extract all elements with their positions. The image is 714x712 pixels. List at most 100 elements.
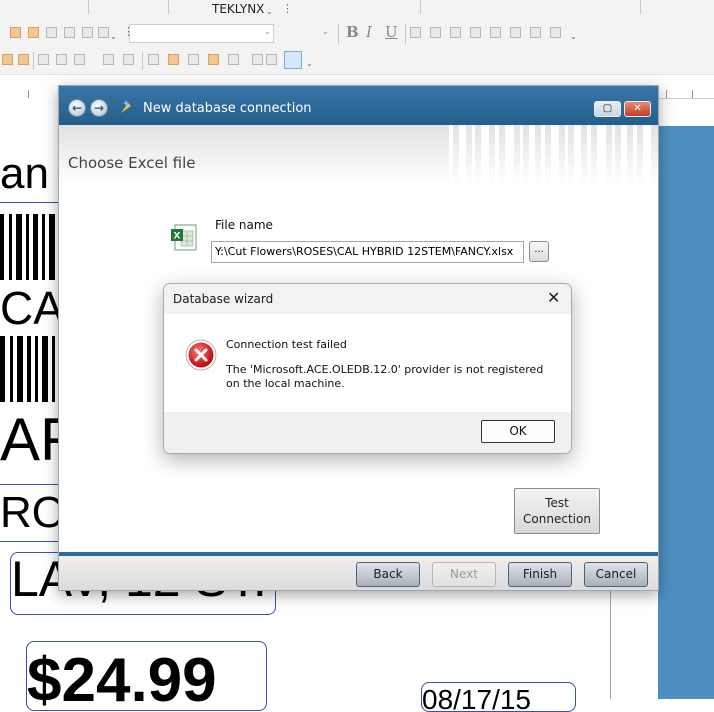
- align-left-icon[interactable]: [410, 27, 421, 38]
- font-name-display[interactable]: TEKLYNX: [212, 2, 264, 16]
- label-text-frame: ROS: [0, 484, 58, 542]
- center-h-icon[interactable]: [103, 54, 114, 65]
- align-center-icon[interactable]: [430, 27, 441, 38]
- test-connection-label-line1: Test: [545, 496, 569, 510]
- anchor-icon[interactable]: [18, 54, 29, 65]
- ruler-tick: [666, 90, 667, 98]
- finish-button[interactable]: Finish: [508, 562, 572, 587]
- forward-arrow-icon[interactable]: →: [90, 99, 108, 117]
- justify-icon[interactable]: [490, 27, 501, 38]
- barcode-graphic: [0, 214, 55, 280]
- selection-border: [0, 202, 58, 203]
- label-text-object[interactable]: an: [0, 146, 58, 202]
- toolbar-separator: [142, 52, 143, 70]
- list-icon[interactable]: [64, 27, 75, 38]
- center-v-icon[interactable]: [123, 54, 134, 65]
- next-button[interactable]: Next: [432, 562, 496, 587]
- restore-button[interactable]: ▢: [594, 101, 621, 117]
- ok-button[interactable]: OK: [481, 420, 555, 443]
- barcode-object[interactable]: [0, 214, 58, 280]
- barcode-graphic: [0, 336, 55, 402]
- toolbar-separator: [338, 24, 339, 44]
- grip-icon: ⋮: [282, 2, 293, 15]
- file-path-input[interactable]: Y:\Cut Flowers\ROSES\CAL HYBRID 12STEM\F…: [211, 241, 524, 263]
- error-icon: [185, 339, 217, 371]
- message-box-title: Database wizard: [173, 292, 274, 306]
- back-arrow-icon[interactable]: ←: [68, 99, 86, 117]
- label-text-object[interactable]: AF: [0, 404, 58, 476]
- close-icon[interactable]: ✕: [547, 288, 560, 307]
- dialog-title: New database connection: [143, 101, 312, 116]
- date-frame[interactable]: 08/17/15: [421, 682, 576, 712]
- align-icon[interactable]: [10, 27, 21, 38]
- label-text-object[interactable]: ROS: [0, 485, 58, 541]
- align-middle-icon[interactable]: [56, 54, 67, 65]
- excel-file-icon: X: [171, 224, 197, 251]
- italic-button[interactable]: I: [366, 23, 372, 41]
- width-icon[interactable]: [148, 54, 159, 65]
- test-connection-button[interactable]: Test Connection: [514, 488, 600, 534]
- chevron-down-icon[interactable]: ⌄: [306, 59, 313, 68]
- horizontal-ruler: [658, 76, 714, 99]
- chevron-down-icon[interactable]: ⌄: [264, 27, 271, 36]
- bold-button[interactable]: B: [346, 23, 359, 41]
- size-icon[interactable]: [208, 54, 219, 65]
- distribute-icon[interactable]: [28, 27, 39, 38]
- ruler-tick: [28, 90, 29, 98]
- toolbar-row-1: TEKLYNX ⌄ ⋮: [0, 0, 714, 21]
- chevron-down-icon[interactable]: ⌄: [110, 32, 117, 41]
- browse-button[interactable]: ...: [529, 241, 549, 262]
- date-text[interactable]: 08/17/15: [422, 683, 531, 711]
- wizard-step-title: Choose Excel file: [68, 154, 196, 172]
- barcode-object[interactable]: [0, 336, 58, 402]
- anchor-icon[interactable]: [2, 54, 13, 65]
- ruler-tick: [692, 90, 693, 98]
- toolbar-separator: [405, 24, 406, 44]
- horizontal-ruler: [0, 76, 58, 99]
- cancel-button[interactable]: Cancel: [584, 562, 648, 587]
- chevron-down-icon[interactable]: ⌄: [266, 7, 273, 16]
- database-wizard-message-box: Database wizard ✕ Connection test failed…: [163, 283, 572, 454]
- toolbar-row-3: ⌄: [0, 47, 714, 75]
- spacing-icon[interactable]: [530, 27, 541, 38]
- header-barcode-decoration: [445, 125, 655, 185]
- side-panel: [658, 126, 714, 699]
- group-icon[interactable]: [46, 27, 57, 38]
- wizard-app-icon: [121, 100, 131, 113]
- close-button[interactable]: ✕: [624, 101, 651, 117]
- message-heading: Connection test failed: [226, 338, 347, 351]
- message-body: The 'Microsoft.ACE.OLEDB.12.0' provider …: [226, 363, 544, 390]
- chevron-down-icon[interactable]: ⌄: [322, 27, 329, 36]
- size-icon[interactable]: [188, 54, 199, 65]
- height-icon[interactable]: [168, 54, 179, 65]
- toolbar-separator: [168, 0, 169, 14]
- svg-text:X: X: [174, 232, 181, 242]
- size-icon[interactable]: [228, 54, 239, 65]
- file-name-label: File name: [215, 218, 273, 232]
- font-family-select[interactable]: [129, 24, 274, 43]
- align-right-icon[interactable]: [450, 27, 461, 38]
- align-bottom-icon[interactable]: [38, 54, 49, 65]
- test-connection-label-line2: Connection: [523, 512, 591, 526]
- dialog-title-bar[interactable]: ← → New database connection ▢ ✕: [59, 86, 658, 125]
- underline-button[interactable]: U: [385, 23, 398, 41]
- toolbar-separator: [420, 0, 421, 14]
- message-box-title-bar[interactable]: Database wizard ✕: [164, 284, 571, 314]
- snap-toggle-icon[interactable]: [284, 51, 302, 69]
- label-edge: [610, 590, 611, 699]
- chevron-down-icon[interactable]: ⌄: [570, 32, 577, 41]
- spacing-icon[interactable]: [550, 27, 561, 38]
- back-button[interactable]: Back: [356, 562, 420, 587]
- grid-icon[interactable]: [266, 54, 277, 65]
- wizard-header: Choose Excel file: [59, 125, 658, 185]
- order-icon[interactable]: [98, 27, 109, 38]
- toolbar-separator: [88, 0, 89, 14]
- list-icon[interactable]: [82, 27, 93, 38]
- price-text[interactable]: $24.99: [27, 646, 217, 710]
- grid-icon[interactable]: [252, 54, 263, 65]
- price-frame[interactable]: $24.99: [26, 641, 267, 711]
- label-text-object[interactable]: CA: [0, 280, 58, 336]
- justify-icon[interactable]: [470, 27, 481, 38]
- align-top-icon[interactable]: [74, 54, 85, 65]
- valign-icon[interactable]: [510, 27, 521, 38]
